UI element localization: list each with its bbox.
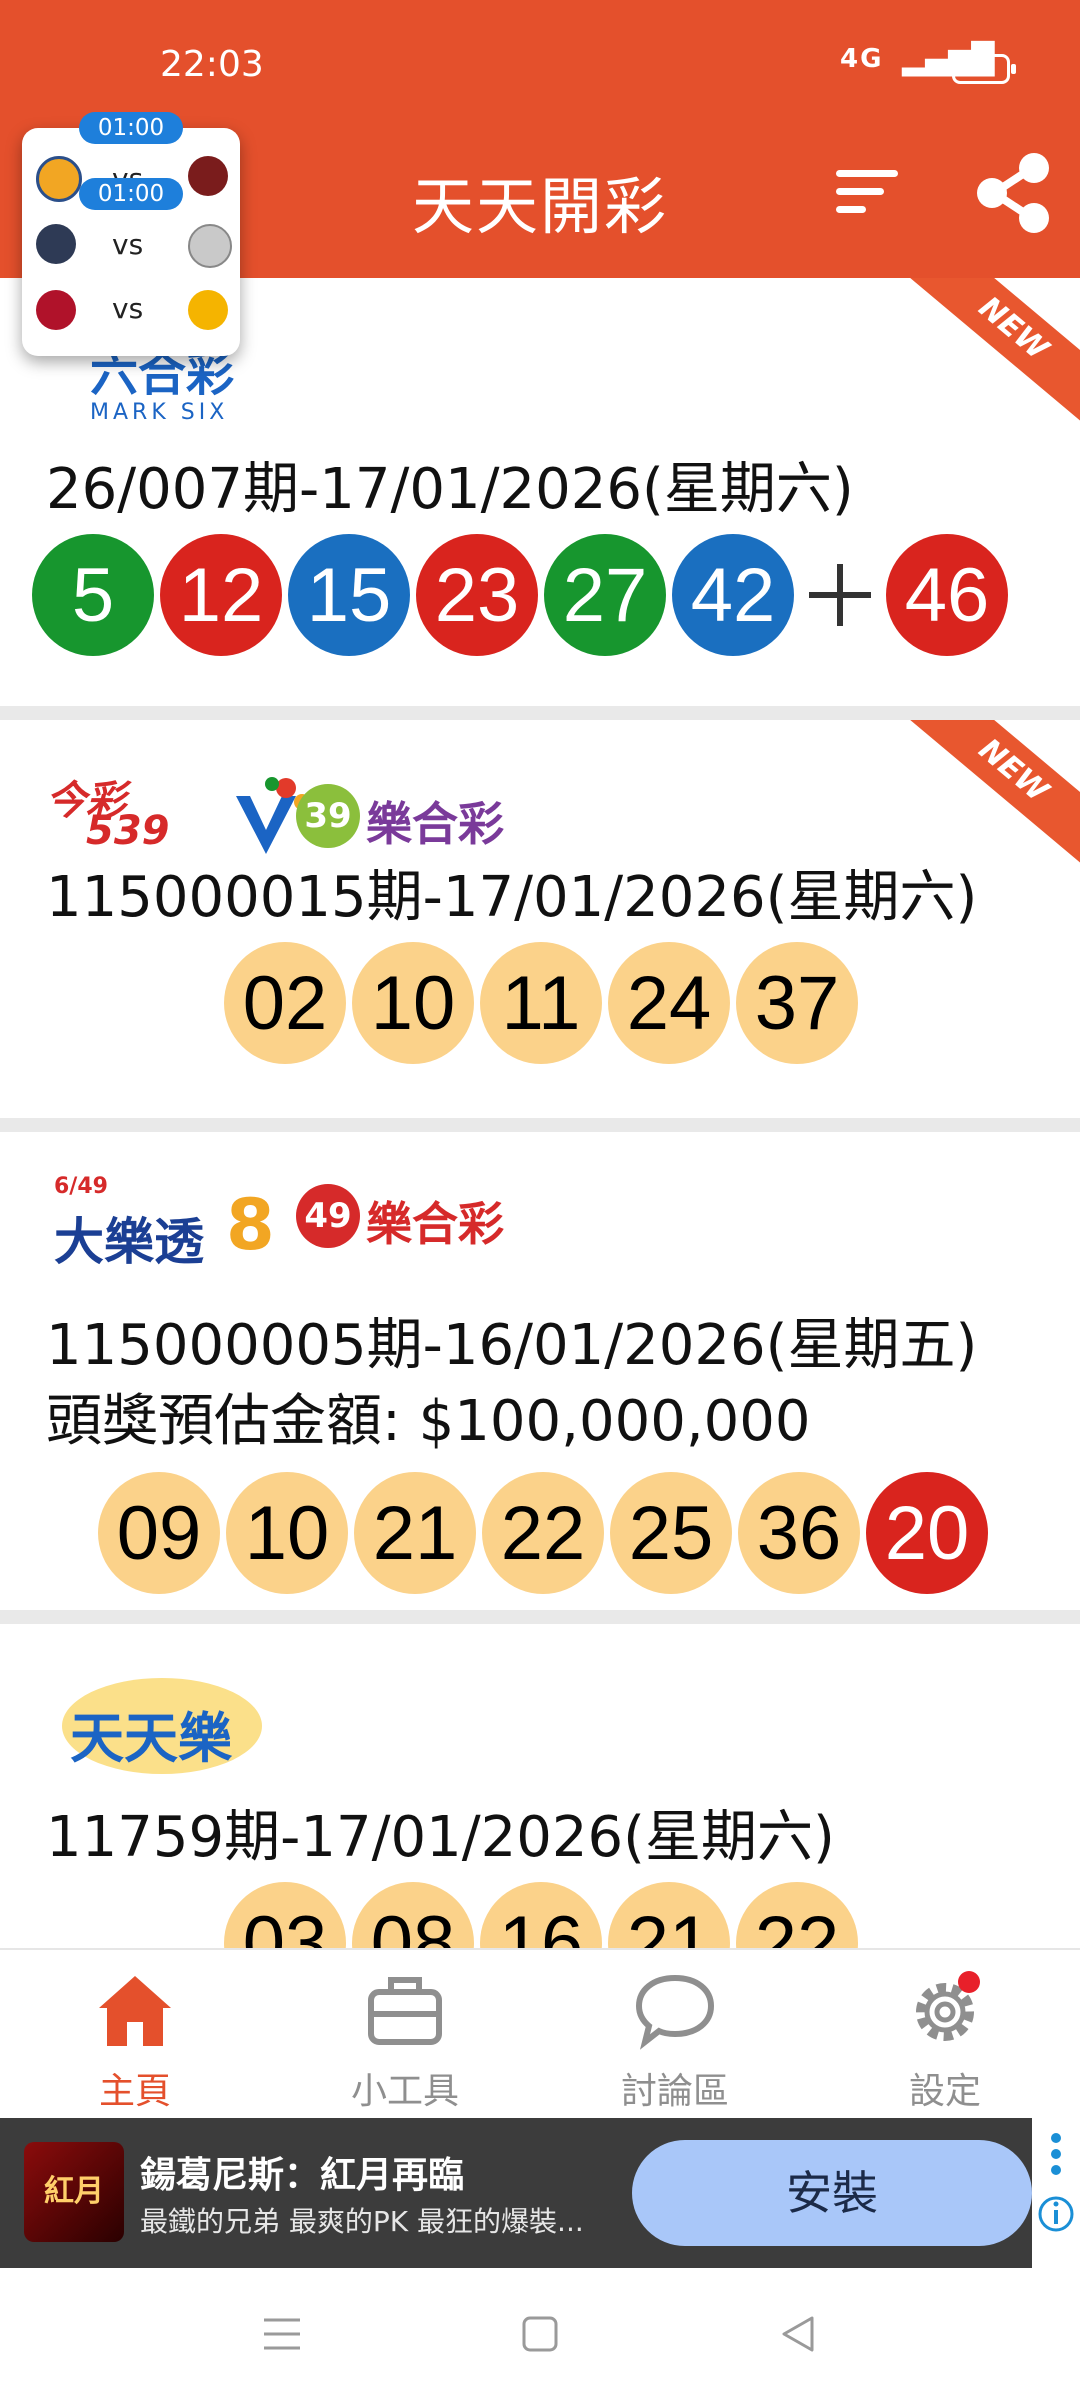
- team-logo-icon: [36, 156, 82, 202]
- toolbox-icon: [368, 1977, 442, 2045]
- draw-info: 11759期-17/01/2026(星期六): [46, 1805, 835, 1870]
- draw-info: 115000005期-16/01/2026(星期五): [46, 1313, 978, 1378]
- nav-label: 討論區: [620, 2071, 729, 2112]
- nav-settings[interactable]: 設定: [810, 1950, 1080, 2118]
- result-balls: 03 08 16 21 22: [224, 1882, 858, 1948]
- lotto-8-icon: 8: [226, 1184, 275, 1266]
- lottery-ball: 16: [480, 1882, 602, 1948]
- lottery-ball: 25: [610, 1472, 732, 1594]
- nav-forum[interactable]: 討論區: [540, 1950, 810, 2118]
- sort-icon[interactable]: [836, 166, 906, 216]
- team-logo-icon: [188, 224, 232, 268]
- lottery-ball: 22: [482, 1472, 604, 1594]
- ad-info-icon[interactable]: [1032, 2118, 1080, 2268]
- lottery-ball: 23: [416, 534, 538, 656]
- settings-icon: [916, 1971, 980, 2041]
- lottery-ball: 02: [224, 942, 346, 1064]
- lottery-ball: 27: [544, 534, 666, 656]
- ad-subtitle: 最鐵的兄弟 最爽的PK 最狂的爆裝...: [140, 2205, 584, 2238]
- lotto649-logo: 6/49 大樂透 8 49 樂合彩: [54, 1174, 504, 1271]
- bottom-nav: 主頁 小工具 討論區 設定: [0, 1948, 1080, 2118]
- match-time-badge: 01:00: [79, 112, 183, 144]
- share-icon[interactable]: [972, 150, 1058, 236]
- lottery-ball: 15: [288, 534, 410, 656]
- lottery-ball: 12: [160, 534, 282, 656]
- lottery-ball: 11: [480, 942, 602, 1064]
- lottery-ball: 42: [672, 534, 794, 656]
- divider: [0, 1118, 1080, 1132]
- ad-title: 鍚葛尼斯：紅月再臨: [140, 2155, 465, 2196]
- lottery-ball: 21: [608, 1882, 730, 1948]
- daily-logo: 天天樂: [62, 1678, 262, 1774]
- team-logo-icon: [188, 290, 228, 330]
- lottery-ball: 46: [886, 534, 1008, 656]
- lottery-ball: 22: [736, 1882, 858, 1948]
- nav-label: 主頁: [98, 2071, 171, 2112]
- lottery-ball: 10: [226, 1472, 348, 1594]
- lottery-ball: 24: [608, 942, 730, 1064]
- lottery-ball: 09: [98, 1472, 220, 1594]
- vs-label: vs: [112, 228, 144, 261]
- lottery-ball: 21: [354, 1472, 476, 1594]
- nav-label: 設定: [908, 2071, 981, 2112]
- chat-icon: [635, 1974, 715, 2050]
- marksix-logo: 六合彩 MARK SIX: [90, 346, 235, 425]
- back-icon[interactable]: [778, 2314, 818, 2354]
- lottery-ball: 36: [738, 1472, 860, 1594]
- lottery-ball: 5: [32, 534, 154, 656]
- live-score-popup[interactable]: 01:00 vs 01:00 vs vs: [22, 112, 240, 356]
- result-balls: 09 10 21 22 25 36 20: [98, 1472, 988, 1594]
- lottery-ball: 10: [352, 942, 474, 1064]
- nav-label: 小工具: [350, 2071, 459, 2112]
- result-balls: 5 12 15 23 27 42 46: [32, 534, 1008, 656]
- home-icon: [99, 1976, 171, 2046]
- lottery-ball: 03: [224, 1882, 346, 1948]
- install-button[interactable]: 安裝: [632, 2140, 1032, 2246]
- status-time: 22:03: [160, 44, 264, 85]
- vs-label: vs: [112, 292, 144, 325]
- battery-indicator: 61: [952, 54, 1016, 84]
- team-logo-icon: [36, 224, 76, 264]
- new-badge: NEW: [899, 720, 1080, 873]
- draw-info: 26/007期-17/01/2026(星期六): [46, 457, 854, 522]
- menu-icon[interactable]: [262, 2314, 302, 2354]
- team-logo-icon: [188, 156, 228, 196]
- new-badge: NEW: [899, 278, 1080, 431]
- jackpot-amount: 頭獎預估金額: $100,000,000: [46, 1389, 811, 1454]
- daily539-card[interactable]: NEW 今彩 539 39 樂合彩 115000015期-17/01/2026(…: [0, 720, 1080, 1118]
- result-balls: 02 10 11 24 37: [224, 942, 858, 1064]
- draw-info: 115000015期-17/01/2026(星期六): [46, 865, 978, 930]
- daily-card[interactable]: 天天樂 11759期-17/01/2026(星期六) 03 08 16 21 22: [0, 1624, 1080, 1948]
- ad-app-icon: 紅月: [24, 2142, 124, 2242]
- team-logo-icon: [36, 290, 76, 330]
- system-nav-bar: [0, 2268, 1080, 2400]
- ad-banner[interactable]: 紅月 鍚葛尼斯：紅月再臨 最鐵的兄弟 最爽的PK 最狂的爆裝... 安裝: [0, 2118, 1080, 2268]
- network-indicator: 4G: [840, 44, 884, 74]
- lotto649-card[interactable]: 6/49 大樂透 8 49 樂合彩 115000005期-16/01/2026(…: [0, 1132, 1080, 1610]
- nav-tools[interactable]: 小工具: [270, 1950, 540, 2118]
- divider: [0, 706, 1080, 720]
- lottery-ball: 37: [736, 942, 858, 1064]
- nav-home[interactable]: 主頁: [0, 1950, 270, 2118]
- home-button-icon[interactable]: [520, 2314, 560, 2354]
- lottery-ball: 08: [352, 1882, 474, 1948]
- plus-icon: [800, 534, 880, 656]
- divider: [0, 1610, 1080, 1624]
- lottery-ball: 20: [866, 1472, 988, 1594]
- match-time-badge: 01:00: [79, 178, 183, 210]
